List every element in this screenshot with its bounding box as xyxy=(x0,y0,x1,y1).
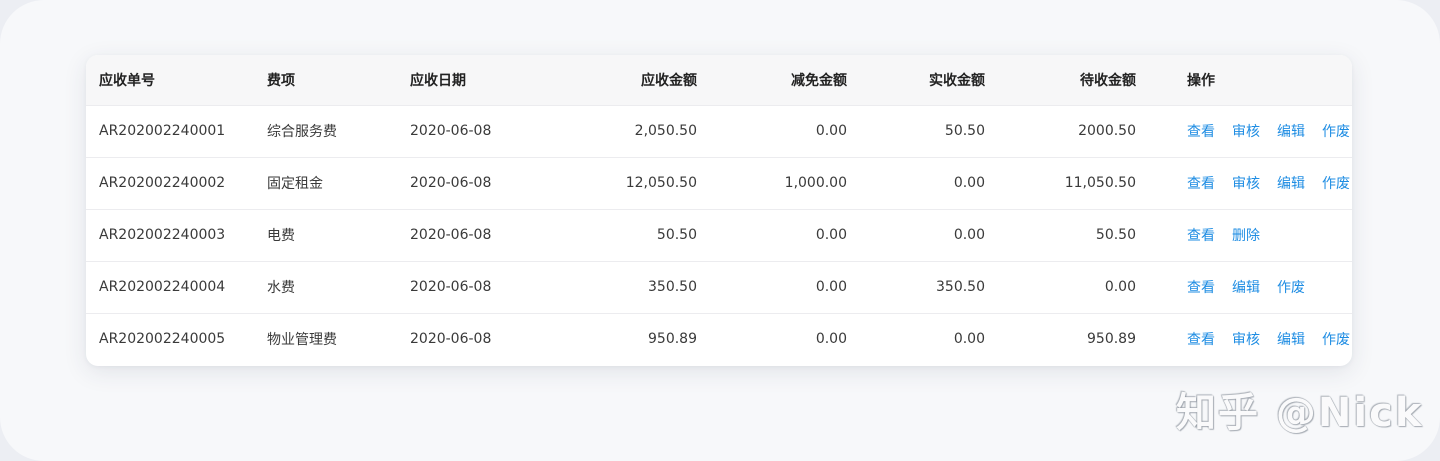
cell-pending-amount: 0.00 xyxy=(1104,279,1136,295)
cell-due-date: 2020-06-08 xyxy=(410,331,492,348)
receivables-table-card: 应收单号 费项 应收日期 应收金额 减免金额 实收金额 待收金额 操作 AR20… xyxy=(86,55,1352,366)
row-actions: 查看 审核 编辑 作废 xyxy=(1187,121,1352,141)
row-actions: 查看 编辑 作废 xyxy=(1187,277,1352,297)
cell-receivable-amount: 2,050.50 xyxy=(634,123,697,139)
table-row: AR202002240003 电费 2020-06-08 50.50 0.00 0.00 5… xyxy=(86,209,1352,261)
void-link[interactable]: 作废 xyxy=(1277,277,1305,297)
header-pending-amount: 待收金额 xyxy=(1080,72,1136,89)
view-link[interactable]: 查看 xyxy=(1187,277,1215,297)
cell-fee-item: 综合服务费 xyxy=(267,124,337,140)
cell-actions: 查看 审核 编辑 作废 xyxy=(1136,157,1352,209)
cell-received-amount: 350.50 xyxy=(936,279,985,295)
edit-link[interactable]: 编辑 xyxy=(1277,173,1305,193)
cell-receivable-amount: 950.89 xyxy=(648,331,697,348)
cell-pending-amount: 950.89 xyxy=(1087,331,1136,348)
table-row: AR202002240002 固定租金 2020-06-08 12,050.50 1,0… xyxy=(86,157,1352,209)
review-link[interactable]: 审核 xyxy=(1232,121,1260,141)
cell-received-amount: 0.00 xyxy=(953,175,985,191)
table-row: AR202002240001 综合服务费 2020-06-08 2,050.50 0.0… xyxy=(86,105,1352,157)
cell-receivable-no: AR202002240002 xyxy=(99,175,226,191)
cell-reduction-amount: 1,000.00 xyxy=(784,175,847,191)
cell-receivable-no: AR202002240001 xyxy=(99,123,226,139)
cell-received-amount: 0.00 xyxy=(953,227,985,243)
cell-pending-amount: 50.50 xyxy=(1095,227,1136,243)
cell-receivable-no: AR202002240004 xyxy=(99,279,226,295)
cell-fee-item: 水费 xyxy=(267,280,295,296)
header-receivable-no: 应收单号 xyxy=(99,72,155,89)
edit-link[interactable]: 编辑 xyxy=(1277,121,1305,141)
cell-received-amount: 0.00 xyxy=(953,331,985,348)
view-link[interactable]: 查看 xyxy=(1187,121,1215,141)
cell-reduction-amount: 0.00 xyxy=(815,227,847,243)
row-actions: 查看 审核 编辑 作废 xyxy=(1187,173,1352,193)
cell-reduction-amount: 0.00 xyxy=(815,123,847,139)
cell-pending-amount: 11,050.50 xyxy=(1064,175,1136,191)
cell-actions: 查看 删除 xyxy=(1136,209,1352,261)
table-header: 应收单号 费项 应收日期 应收金额 减免金额 实收金额 待收金额 操作 xyxy=(86,55,1352,105)
cell-fee-item: 电费 xyxy=(267,228,295,244)
table-row: AR202002240004 水费 2020-06-08 350.50 0.00 350.… xyxy=(86,261,1352,313)
cell-fee-item: 物业管理费 xyxy=(267,332,337,349)
cell-pending-amount: 2000.50 xyxy=(1078,123,1136,139)
cell-receivable-amount: 50.50 xyxy=(656,227,697,243)
watermark-text: 知乎 @Nick xyxy=(1176,390,1424,436)
cell-due-date: 2020-06-08 xyxy=(410,279,492,295)
cell-actions: 查看 审核 编辑 作废 xyxy=(1136,313,1352,365)
cell-receivable-amount: 350.50 xyxy=(648,279,697,295)
cell-received-amount: 50.50 xyxy=(944,123,985,139)
table-body: AR202002240001 综合服务费 2020-06-08 2,050.50 0.0… xyxy=(86,105,1352,365)
table-header-row: 应收单号 费项 应收日期 应收金额 减免金额 实收金额 待收金额 操作 xyxy=(86,55,1352,105)
header-received-amount: 实收金额 xyxy=(929,72,985,89)
cell-due-date: 2020-06-08 xyxy=(410,175,492,191)
receivables-table: 应收单号 费项 应收日期 应收金额 减免金额 实收金额 待收金额 操作 AR20… xyxy=(86,55,1352,365)
view-link[interactable]: 查看 xyxy=(1187,173,1215,193)
review-link[interactable]: 审核 xyxy=(1232,173,1260,193)
header-receivable-amount: 应收金额 xyxy=(641,72,697,89)
void-link[interactable]: 作废 xyxy=(1322,329,1350,349)
cell-reduction-amount: 0.00 xyxy=(815,331,847,348)
cell-receivable-no: AR202002240003 xyxy=(99,227,226,243)
header-reduction-amount: 减免金额 xyxy=(791,72,847,89)
header-due-date: 应收日期 xyxy=(410,72,466,89)
view-link[interactable]: 查看 xyxy=(1187,329,1215,349)
view-link[interactable]: 查看 xyxy=(1187,225,1215,245)
page-background: 应收单号 费项 应收日期 应收金额 减免金额 实收金额 待收金额 操作 AR20… xyxy=(0,0,1440,461)
cell-fee-item: 固定租金 xyxy=(267,176,323,192)
cell-receivable-no: AR202002240005 xyxy=(99,331,226,348)
row-actions: 查看 审核 编辑 作废 xyxy=(1187,329,1352,349)
cell-due-date: 2020-06-08 xyxy=(410,227,492,243)
delete-link[interactable]: 删除 xyxy=(1232,225,1260,245)
header-fee-item: 费项 xyxy=(267,72,295,89)
header-actions: 操作 xyxy=(1187,72,1215,89)
cell-due-date: 2020-06-08 xyxy=(410,123,492,139)
edit-link[interactable]: 编辑 xyxy=(1277,329,1305,349)
review-link[interactable]: 审核 xyxy=(1232,329,1260,349)
cell-receivable-amount: 12,050.50 xyxy=(625,175,697,191)
void-link[interactable]: 作废 xyxy=(1322,173,1350,193)
cell-actions: 查看 编辑 作废 xyxy=(1136,261,1352,313)
cell-reduction-amount: 0.00 xyxy=(815,279,847,295)
table-row: AR202002240005 物业管理费 2020-06-08 950.89 0.00 0… xyxy=(86,313,1352,365)
row-actions: 查看 删除 xyxy=(1187,225,1352,245)
edit-link[interactable]: 编辑 xyxy=(1232,277,1260,297)
void-link[interactable]: 作废 xyxy=(1322,121,1350,141)
cell-actions: 查看 审核 编辑 作废 xyxy=(1136,105,1352,157)
